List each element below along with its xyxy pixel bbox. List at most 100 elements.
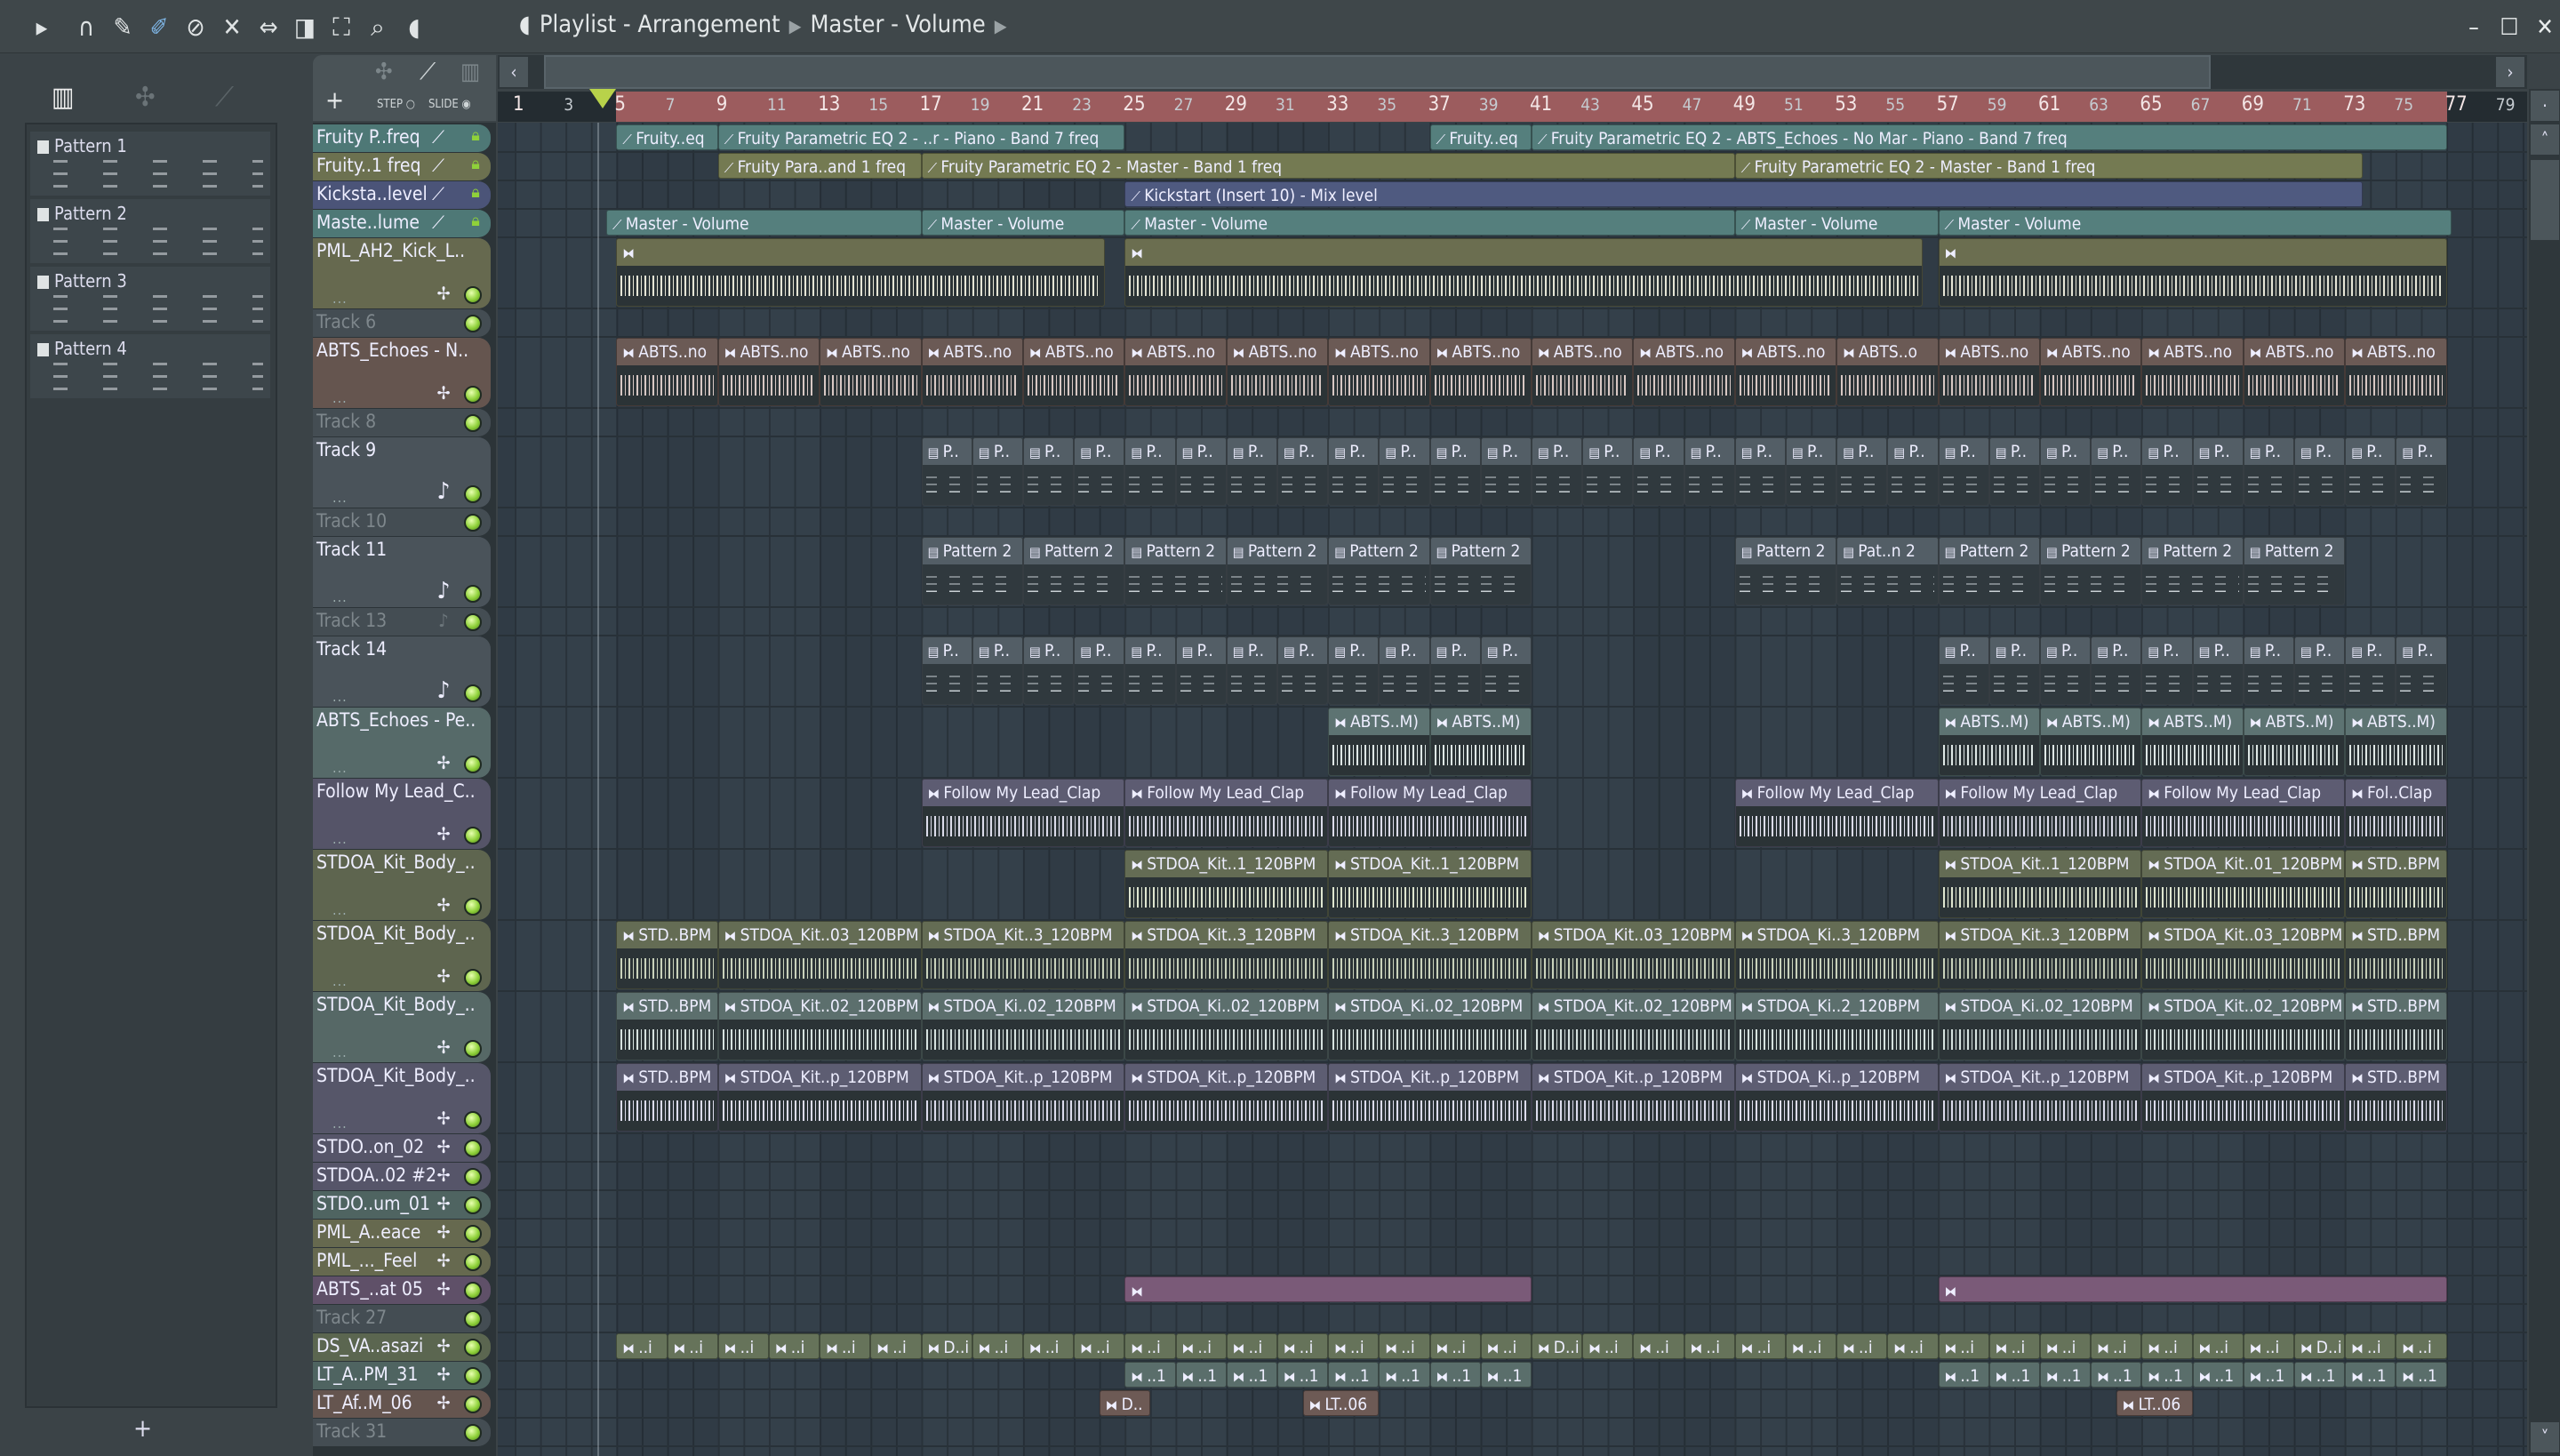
- automation-clip[interactable]: ⟋ Master - Volume: [921, 210, 1125, 236]
- audio-clip[interactable]: ⧓ ABTS..M): [2243, 708, 2346, 776]
- track-name[interactable]: ABTS_Echoes - N..: [316, 340, 468, 361]
- audio-clip[interactable]: ⧓ STDOA_Ki..02_120BPM: [1328, 992, 1532, 1060]
- track-enable-led[interactable]: [464, 1367, 482, 1385]
- audio-clip[interactable]: ⧓ ABTS..no: [820, 338, 922, 406]
- audio-clip[interactable]: ⧓ Fol..Clap: [2345, 779, 2447, 847]
- audio-clip[interactable]: ⧓ ..i: [1480, 1333, 1532, 1359]
- audio-clip[interactable]: ⧓ ..i: [1938, 1333, 1989, 1359]
- track-name[interactable]: Track 8: [316, 411, 376, 432]
- pattern-clip[interactable]: ▤ P..: [1175, 437, 1227, 506]
- audio-clip[interactable]: ⧓ STDOA_Kit..p_120BPM: [921, 1063, 1125, 1132]
- track-header[interactable]: Track 8: [313, 409, 491, 436]
- slip-icon[interactable]: ⇔: [253, 12, 284, 43]
- audio-clip[interactable]: ⧓ Follow My Lead_Clap: [921, 779, 1125, 847]
- track-name[interactable]: STDOA_Kit_Body_..: [316, 994, 476, 1015]
- track-header[interactable]: STDOA_Kit_Body_.. ✢...: [313, 850, 491, 920]
- pattern-clip[interactable]: ▤ P..: [1786, 437, 1837, 506]
- pattern-clip[interactable]: ▤ P..: [2040, 636, 2092, 705]
- audio-clip[interactable]: ⧓ D..: [1099, 1390, 1150, 1416]
- track-enable-led[interactable]: [464, 585, 482, 603]
- track-enable-led[interactable]: [464, 1339, 482, 1356]
- automation-clip[interactable]: ⟋ Master - Volume: [1938, 210, 2452, 236]
- audio-clip[interactable]: ⧓ ..i: [972, 1333, 1023, 1359]
- pattern-clip[interactable]: ▤ P..: [1277, 437, 1329, 506]
- pattern-clip[interactable]: ▤ P..: [921, 437, 972, 506]
- pattern-clip[interactable]: ▤ P..: [1988, 636, 2040, 705]
- audio-clip[interactable]: ⧓ ..1: [1429, 1362, 1481, 1388]
- slide-toggle[interactable]: SLIDE ◉: [428, 98, 471, 111]
- audio-clip[interactable]: ⧓ STDOA_Kit..3_120BPM: [921, 921, 1125, 989]
- audio-clip[interactable]: ⧓ STDOA_Kit..p_120BPM: [1124, 1063, 1329, 1132]
- audio-clip[interactable]: ⧓ ABTS..no: [2243, 338, 2346, 406]
- audio-clip[interactable]: ⧓ ABTS..no: [1532, 338, 1634, 406]
- audio-clip[interactable]: ⧓ Follow My Lead_Clap: [1124, 779, 1329, 847]
- track-name[interactable]: LT_A..PM_31: [316, 1364, 418, 1385]
- audio-clip[interactable]: ⧓ ABTS..M): [2040, 708, 2142, 776]
- audio-clip[interactable]: ⧓ ..i: [717, 1333, 769, 1359]
- pattern-clip[interactable]: ▤ Pattern 2: [1429, 537, 1532, 605]
- audio-clip[interactable]: ⧓ ..i: [1175, 1333, 1227, 1359]
- audio-clip[interactable]: ⧓ ..1: [1124, 1362, 1176, 1388]
- pattern-clip[interactable]: ▤ P..: [1988, 437, 2040, 506]
- pattern-clip[interactable]: ▤ P..: [1429, 636, 1481, 705]
- audio-clip[interactable]: ⧓ STDOA_Kit..3_120BPM: [1124, 921, 1329, 989]
- audio-clip[interactable]: ⧓ ..i: [870, 1333, 922, 1359]
- pattern-clip[interactable]: ▤ Pattern 2: [2243, 537, 2346, 605]
- pattern-clip[interactable]: ▤ Pattern 2: [2141, 537, 2244, 605]
- lock-icon[interactable]: 🔒︎: [464, 212, 487, 230]
- audio-clip[interactable]: ⧓ LT..06: [2116, 1390, 2193, 1416]
- pattern-clip[interactable]: ▤ Pattern 2: [1734, 537, 1837, 605]
- track-enable-led[interactable]: [464, 969, 482, 987]
- audio-clip[interactable]: ⧓ ..i: [769, 1333, 820, 1359]
- audio-clip[interactable]: ⧓: [616, 238, 1105, 307]
- pattern-clip[interactable]: ▤ P..: [2294, 437, 2346, 506]
- pattern-clip[interactable]: ▤ P..: [2192, 636, 2244, 705]
- track-header[interactable]: ABTS_..at 05 ✢: [313, 1276, 491, 1304]
- track-name[interactable]: STDO..um_01: [316, 1193, 430, 1214]
- slice-icon[interactable]: ◨: [290, 12, 320, 43]
- paint-brush-icon[interactable]: ✐: [144, 12, 174, 43]
- playlist-grid[interactable]: ⟋ Fruity..eq ⟋ Fruity Parametric EQ 2 - .…: [498, 123, 2527, 1456]
- audio-clip[interactable]: ⧓ STDOA_Ki..02_120BPM: [921, 992, 1125, 1060]
- audio-clip[interactable]: ⧓ ..1: [1938, 1362, 1989, 1388]
- automation-clip[interactable]: ⟋ Fruity Parametric EQ 2 - ..r - Piano -…: [717, 124, 1125, 150]
- song-position-marker[interactable]: [589, 89, 616, 108]
- audio-clip[interactable]: ⧓ ..i: [1074, 1333, 1125, 1359]
- pattern-clip[interactable]: ▤ P..: [1684, 437, 1735, 506]
- pattern-clip[interactable]: ▤ P..: [2345, 437, 2396, 506]
- track-name[interactable]: Kicksta..level: [316, 183, 428, 204]
- pattern-clip[interactable]: ▤ Pattern 2: [921, 537, 1023, 605]
- pattern-clip[interactable]: ▤ P..: [2040, 437, 2092, 506]
- audio-clip[interactable]: ⧓ ..i: [1379, 1333, 1430, 1359]
- pattern-clip[interactable]: ▤ P..: [1938, 437, 1989, 506]
- play-arrow-icon[interactable]: ▸: [27, 12, 57, 43]
- automation-clip[interactable]: ⟋ Fruity Para..and 1 freq: [717, 153, 922, 179]
- audio-clip[interactable]: ⧓ STDOA_Ki..2_120BPM: [1734, 992, 1939, 1060]
- track-enable-led[interactable]: [464, 1424, 482, 1442]
- audio-clip[interactable]: ⧓ STD..BPM: [2345, 1063, 2447, 1132]
- track-name[interactable]: Track 31: [316, 1420, 387, 1442]
- pattern-clip[interactable]: ▤ P..: [1124, 437, 1176, 506]
- track-menu-dots[interactable]: ...: [332, 688, 348, 705]
- pattern-clip[interactable]: ▤ Pattern 2: [1124, 537, 1227, 605]
- audio-clip[interactable]: ⧓ ..1: [1988, 1362, 2040, 1388]
- pattern-clip[interactable]: ▤ P..: [2243, 636, 2294, 705]
- audio-clip[interactable]: ⧓ STDOA_Ki..p_120BPM: [1734, 1063, 1939, 1132]
- track-name[interactable]: Fruity P..freq: [316, 126, 420, 148]
- automation-clips-icon[interactable]: ⟋: [215, 82, 234, 113]
- audio-clip[interactable]: ⧓ ..i: [1633, 1333, 1684, 1359]
- track-header[interactable]: STDOA..02 #2 ✢: [313, 1163, 491, 1190]
- playback-icon[interactable]: ◖: [399, 12, 429, 43]
- track-menu-dots[interactable]: ...: [332, 588, 348, 605]
- track-header[interactable]: STDOA_Kit_Body_.. ✢...: [313, 1063, 491, 1133]
- audio-clip[interactable]: ⧓ ..i: [1328, 1333, 1380, 1359]
- audio-clip[interactable]: ⧓ ..i: [1429, 1333, 1481, 1359]
- pattern-clip[interactable]: ▤ P..: [1938, 636, 1989, 705]
- audio-clip[interactable]: ⧓ ..i: [1226, 1333, 1277, 1359]
- audio-clip[interactable]: ⧓ STDOA_Kit..p_120BPM: [2141, 1063, 2346, 1132]
- audio-clip[interactable]: ⧓ ABTS..no: [1734, 338, 1837, 406]
- pattern-clip[interactable]: ▤ P..: [2243, 437, 2294, 506]
- track-enable-led[interactable]: [464, 1196, 482, 1214]
- track-enable-led[interactable]: [464, 684, 482, 702]
- audio-clip[interactable]: ⧓ ..1: [1226, 1362, 1277, 1388]
